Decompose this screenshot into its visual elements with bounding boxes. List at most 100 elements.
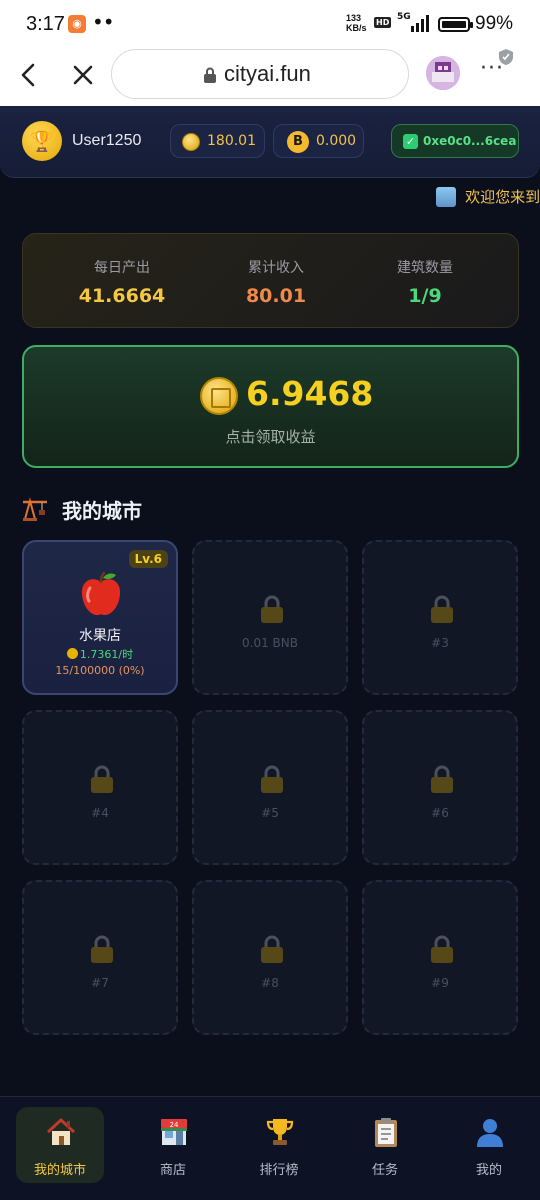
slot-number: #8 bbox=[261, 976, 279, 990]
section-title-text: 我的城市 bbox=[62, 499, 142, 523]
building-rate-value: 1.7361/时 bbox=[79, 648, 134, 661]
clipboard-icon bbox=[375, 1118, 397, 1147]
nav-leaderboard[interactable]: 排行榜 bbox=[235, 1107, 323, 1183]
bnb-balance-pill[interactable]: B 0.000 bbox=[273, 124, 364, 158]
slot-number: #6 bbox=[431, 806, 449, 820]
stat-label: 累计收入 bbox=[248, 260, 304, 276]
slot-number: #5 bbox=[261, 806, 279, 820]
stat-building-count: 建筑数量 1/9 bbox=[350, 234, 500, 307]
signal-icon bbox=[411, 15, 429, 32]
nav-profile[interactable]: 我的 bbox=[445, 1107, 533, 1183]
claim-hint: 点击领取收益 bbox=[225, 428, 316, 446]
svg-text:24: 24 bbox=[170, 1121, 179, 1129]
unlock-price: 0.01 BNB bbox=[242, 636, 298, 650]
network-speed-unit: KB/s bbox=[346, 23, 367, 33]
browser-toolbar: cityai.fun ··· bbox=[0, 48, 540, 106]
building-slot-5[interactable]: #5 bbox=[192, 710, 348, 865]
construction-crane-icon bbox=[23, 497, 47, 521]
nav-tasks[interactable]: 任务 bbox=[341, 1107, 429, 1183]
building-slot-1[interactable]: Lv.6 水果店 1.7361/时 15/100000 (0%) bbox=[22, 540, 178, 695]
back-arrow-icon[interactable] bbox=[14, 60, 44, 90]
user-icon bbox=[477, 1119, 503, 1147]
hd-badge: HD bbox=[374, 17, 392, 28]
username: User1250 bbox=[72, 132, 142, 149]
trophy-icon bbox=[266, 1119, 294, 1145]
lock-icon bbox=[91, 765, 113, 793]
network-speed-value: 133 bbox=[346, 13, 362, 23]
announcement-text: 欢迎您来到 bbox=[465, 188, 540, 206]
lock-icon bbox=[261, 935, 283, 963]
building-slot-2[interactable]: 0.01 BNB bbox=[192, 540, 348, 695]
close-icon[interactable] bbox=[68, 60, 98, 90]
status-bar: 3:17 ◉ •• 133 KB/s HD 5G 99% bbox=[0, 0, 540, 48]
nav-store[interactable]: 24 商店 bbox=[129, 1107, 217, 1183]
app-header: 🏆 User1250 180.01 B 0.000 ✓ 0xe0c0...6ce… bbox=[0, 106, 540, 178]
coin-icon bbox=[182, 133, 200, 151]
house-icon bbox=[46, 1118, 76, 1145]
nav-my-city[interactable]: 我的城市 bbox=[16, 1107, 104, 1183]
announcement-marquee: 欢迎您来到 bbox=[436, 186, 540, 212]
building-progress: 15/100000 (0%) bbox=[55, 664, 145, 677]
network-type: 5G bbox=[397, 12, 411, 22]
nav-label: 我的 bbox=[475, 1163, 502, 1178]
status-time: 3:17 bbox=[26, 13, 65, 35]
slot-number: #9 bbox=[431, 976, 449, 990]
lock-icon bbox=[431, 935, 453, 963]
building-slot-9[interactable]: #9 bbox=[362, 880, 518, 1035]
stat-value: 80.01 bbox=[245, 285, 307, 307]
bnb-icon: B bbox=[287, 131, 309, 153]
building-slot-8[interactable]: #8 bbox=[192, 880, 348, 1035]
lock-icon bbox=[261, 765, 283, 793]
battery-icon bbox=[438, 17, 473, 32]
building-slot-7[interactable]: #7 bbox=[22, 880, 178, 1035]
shield-icon bbox=[499, 49, 513, 65]
level-badge: Lv.6 bbox=[128, 550, 168, 568]
lock-icon bbox=[91, 935, 113, 963]
stat-total-income: 累计收入 80.01 bbox=[201, 234, 351, 307]
battery-percent: 99% bbox=[475, 13, 514, 34]
coin-icon bbox=[66, 648, 78, 659]
lock-icon bbox=[431, 765, 453, 793]
profile-avatar[interactable] bbox=[426, 56, 460, 90]
app-notification-icon: ◉ bbox=[68, 15, 86, 33]
slot-number: #4 bbox=[91, 806, 109, 820]
lock-icon bbox=[204, 67, 216, 83]
coin-balance: 180.01 bbox=[207, 133, 256, 149]
stat-value: 41.6664 bbox=[78, 285, 166, 307]
store-icon: 24 bbox=[161, 1119, 187, 1145]
nav-label: 我的城市 bbox=[33, 1163, 86, 1178]
stat-value: 1/9 bbox=[408, 285, 442, 307]
building-slot-4[interactable]: #4 bbox=[22, 710, 178, 865]
building-name: 水果店 bbox=[79, 628, 121, 644]
url-text: cityai.fun bbox=[224, 61, 311, 86]
bottom-navigation: 我的城市 24 商店 排行榜 任务 我的 bbox=[0, 1096, 540, 1200]
more-notifications-icon: •• bbox=[92, 10, 115, 34]
building-rate: 1.7361/时 bbox=[24, 646, 176, 662]
coin-balance-pill[interactable]: 180.01 bbox=[170, 124, 265, 158]
lock-icon bbox=[261, 595, 283, 623]
slot-number: #3 bbox=[431, 636, 449, 650]
check-icon: ✓ bbox=[403, 134, 418, 149]
stat-daily-output: 每日产出 41.6664 bbox=[47, 234, 197, 307]
nav-label: 排行榜 bbox=[259, 1163, 299, 1178]
cityscape-icon bbox=[436, 186, 456, 207]
wallet-address-pill[interactable]: ✓ 0xe0c0...6cea bbox=[391, 124, 519, 158]
building-slot-3[interactable]: #3 bbox=[362, 540, 518, 695]
wallet-address: 0xe0c0...6cea bbox=[423, 134, 517, 148]
trophy-icon: 🏆 bbox=[22, 121, 62, 161]
apple-icon bbox=[81, 571, 121, 616]
stat-label: 建筑数量 bbox=[397, 260, 453, 276]
nav-label: 商店 bbox=[159, 1163, 186, 1178]
bank-coin-icon bbox=[200, 377, 238, 415]
building-slot-6[interactable]: #6 bbox=[362, 710, 518, 865]
stats-card: 每日产出 41.6664 累计收入 80.01 建筑数量 1/9 bbox=[22, 233, 519, 328]
slot-number: #7 bbox=[91, 976, 109, 990]
lock-icon bbox=[431, 595, 453, 623]
bnb-balance: 0.000 bbox=[316, 133, 357, 149]
claim-amount: 6.9468 bbox=[246, 374, 374, 413]
stat-label: 每日产出 bbox=[94, 260, 150, 276]
network-speed: 133 KB/s bbox=[346, 13, 367, 33]
address-bar[interactable]: cityai.fun bbox=[111, 49, 409, 99]
nav-label: 任务 bbox=[371, 1163, 398, 1178]
claim-earnings-button[interactable]: 6.9468 点击领取收益 bbox=[22, 345, 519, 468]
